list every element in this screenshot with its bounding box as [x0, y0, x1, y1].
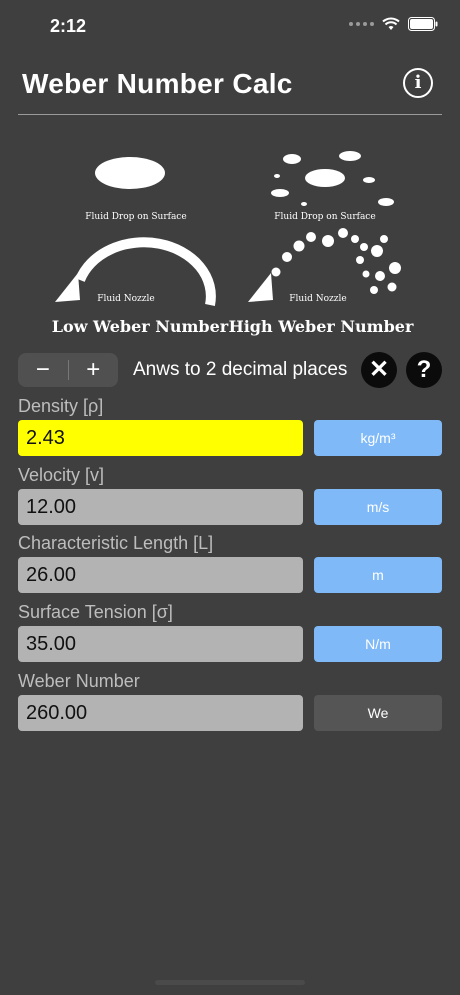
velocity-label: Velocity [v] [18, 465, 105, 485]
length-unit-button[interactable]: m [314, 557, 442, 593]
low-weber-title: Low Weber Number [52, 317, 229, 336]
battery-icon [408, 17, 438, 31]
header-divider [18, 114, 442, 115]
splash-droplet [301, 202, 307, 206]
splash-droplet [283, 154, 301, 164]
velocity-unit-button[interactable]: m/s [314, 489, 442, 525]
status-bar: 2:12 [0, 0, 460, 52]
density-unit-button[interactable]: kg/m³ [314, 420, 442, 456]
density-label: Density [ρ] [18, 396, 104, 416]
splash-droplet [274, 174, 280, 178]
density-input[interactable]: 2.43 [18, 420, 303, 456]
wifi-icon [382, 17, 400, 30]
low-nozzle-icon [55, 273, 80, 302]
length-label: Characteristic Length [L] [18, 533, 214, 553]
help-button[interactable]: ? [406, 352, 442, 388]
info-icon: i [414, 72, 422, 93]
low-fluid-drop [95, 157, 165, 189]
weber-illustration: Fluid Drop on Surface Fluid Nozzle Low W… [52, 151, 414, 336]
splash-droplet [378, 198, 394, 206]
status-icons [349, 17, 438, 31]
decimal-stepper[interactable]: − + [18, 353, 118, 387]
status-time: 2:12 [50, 16, 87, 36]
high-nozzle-caption: Fluid Nozzle [289, 294, 346, 304]
high-nozzle-icon [248, 273, 273, 302]
low-nozzle-caption: Fluid Nozzle [97, 294, 154, 304]
high-drop-splash [305, 169, 345, 187]
decimal-places-label: Anws to 2 decimal places [133, 359, 348, 380]
decrease-decimals-button[interactable]: − [18, 353, 68, 387]
low-weber-illustration: Fluid Drop on Surface Fluid Nozzle Low W… [52, 157, 229, 336]
high-weber-title: High Weber Number [229, 317, 414, 336]
tension-input[interactable]: 35.00 [18, 626, 303, 662]
velocity-input[interactable]: 12.00 [18, 489, 303, 525]
splash-droplet [271, 189, 289, 197]
home-indicator [155, 980, 305, 985]
weber-result: 260.00 [18, 695, 303, 731]
weber-label: Weber Number [18, 671, 140, 691]
high-weber-illustration: Fluid Drop on Surface Fluid Nozzle High … [229, 151, 414, 336]
length-input[interactable]: 26.00 [18, 557, 303, 593]
low-drop-caption: Fluid Drop on Surface [85, 212, 186, 222]
splash-droplet [363, 177, 375, 183]
info-button[interactable]: i [403, 68, 433, 98]
close-icon: ✕ [368, 356, 390, 383]
high-drop-caption: Fluid Drop on Surface [274, 212, 375, 222]
high-fluid-spray [271, 228, 401, 294]
tension-label: Surface Tension [σ] [18, 602, 173, 622]
weber-unit-button[interactable]: We [314, 695, 442, 731]
increase-decimals-button[interactable]: + [69, 353, 119, 387]
app-title: Weber Number Calc [22, 68, 293, 99]
app-header: Weber Number Calc i [0, 60, 460, 116]
help-icon: ? [416, 356, 432, 383]
clear-button[interactable]: ✕ [361, 352, 397, 388]
cellular-signal-icon [349, 22, 374, 26]
tension-unit-button[interactable]: N/m [314, 626, 442, 662]
splash-droplet [339, 151, 361, 161]
